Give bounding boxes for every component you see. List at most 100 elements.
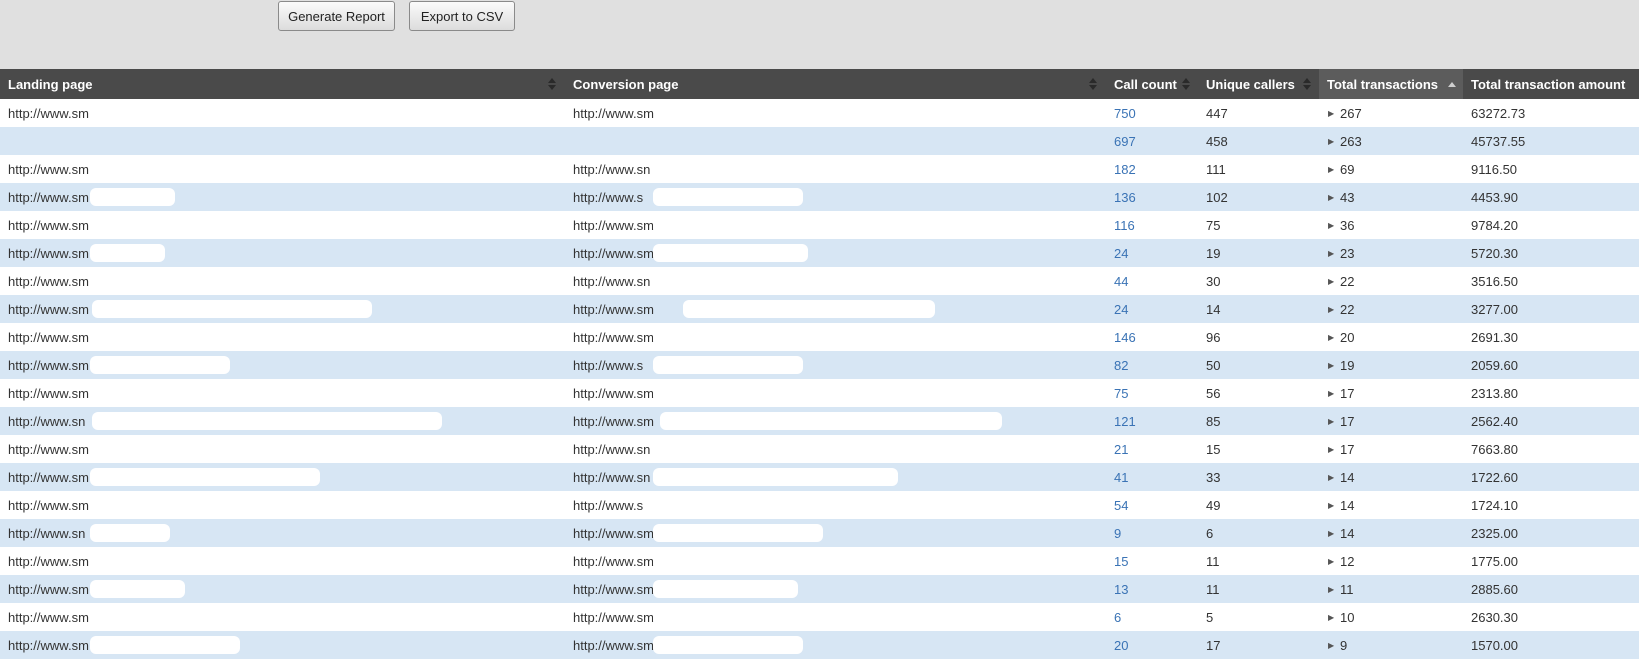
expand-triangle-icon[interactable]: ▶	[1328, 379, 1334, 407]
call-count-link[interactable]: 182	[1114, 155, 1136, 183]
sort-icon[interactable]	[1302, 69, 1312, 99]
unique-callers-cell: 49	[1206, 497, 1221, 513]
call-count-link[interactable]: 41	[1114, 463, 1128, 491]
redaction-mark	[653, 216, 803, 234]
call-count-link[interactable]: 121	[1114, 407, 1136, 435]
expand-triangle-icon[interactable]: ▶	[1328, 463, 1334, 491]
table-row[interactable]: http://www.sm http://www.sm 75 56 17 2313.80 ▶	[0, 379, 1639, 407]
expand-triangle-icon[interactable]: ▶	[1328, 407, 1334, 435]
generate-report-button[interactable]: Generate Report	[278, 1, 395, 31]
call-count-link[interactable]: 146	[1114, 323, 1136, 351]
expand-triangle-icon[interactable]: ▶	[1328, 183, 1334, 211]
column-header-conversion-page[interactable]: Conversion page	[565, 69, 1106, 99]
expand-triangle-icon[interactable]: ▶	[1328, 603, 1334, 631]
redaction-mark	[653, 608, 793, 626]
sort-icon[interactable]	[1088, 69, 1098, 99]
call-count-link[interactable]: 750	[1114, 99, 1136, 127]
redaction-mark	[653, 384, 813, 402]
conversion-page-cell: http://www.sn	[573, 469, 651, 485]
unique-callers-cell: 96	[1206, 329, 1221, 345]
table-row[interactable]: http://www.sm http://www.sm 750 447 267 63272…	[0, 99, 1639, 127]
unique-callers-cell: 447	[1206, 105, 1228, 121]
table-row[interactable]: http://www.sn http://www.sm 121 85 17 2562.40…	[0, 407, 1639, 435]
sort-icon[interactable]	[547, 69, 557, 99]
table-row[interactable]: http://www.sm http://www.sm 116 75 36 9784.20…	[0, 211, 1639, 239]
table-row[interactable]: 697 458 263 45737.55 ▶	[0, 127, 1639, 155]
expand-triangle-icon[interactable]: ▶	[1328, 547, 1334, 575]
total-transactions-cell: 17	[1340, 441, 1355, 457]
column-header-landing-page[interactable]: Landing page	[0, 69, 565, 99]
total-transactions-cell: 23	[1340, 245, 1355, 261]
expand-triangle-icon[interactable]: ▶	[1328, 211, 1334, 239]
column-header-total-transaction-amount[interactable]: Total transaction amount	[1463, 69, 1639, 99]
column-header-unique-callers[interactable]: Unique callers	[1198, 69, 1319, 99]
conversion-page-cell: http://www.s	[573, 189, 644, 205]
call-count-link[interactable]: 75	[1114, 379, 1128, 407]
table-row[interactable]: http://www.sm http://www.s 82 50 19 2059.60 ▶	[0, 351, 1639, 379]
table-row[interactable]: http://www.sm http://www.sn 44 30 22 3516.50 ▶	[0, 267, 1639, 295]
call-count-link[interactable]: 24	[1114, 295, 1128, 323]
call-count-link[interactable]: 116	[1114, 211, 1135, 239]
total-amount-cell: 2630.30	[1471, 609, 1518, 625]
expand-triangle-icon[interactable]: ▶	[1328, 575, 1334, 603]
table-row[interactable]: http://www.sm http://www.sn 21 15 17 7663.80 ▶	[0, 435, 1639, 463]
total-amount-cell: 2562.40	[1471, 413, 1518, 429]
landing-page-cell: http://www.sm	[8, 245, 89, 261]
expand-triangle-icon[interactable]: ▶	[1328, 435, 1334, 463]
call-count-link[interactable]: 15	[1114, 547, 1128, 575]
call-count-link[interactable]: 21	[1114, 435, 1128, 463]
table-row[interactable]: http://www.sm http://www.sm 20 17 9 1570.00 ▶	[0, 631, 1639, 659]
call-count-link[interactable]: 20	[1114, 631, 1128, 659]
conversion-page-cell: http://www.sn	[573, 441, 651, 457]
expand-triangle-icon[interactable]: ▶	[1328, 295, 1334, 323]
table-row[interactable]: http://www.sm http://www.s 136 102 43 4453.90…	[0, 183, 1639, 211]
expand-triangle-icon[interactable]: ▶	[1328, 519, 1334, 547]
unique-callers-cell: 14	[1206, 301, 1221, 317]
expand-triangle-icon[interactable]: ▶	[1328, 491, 1334, 519]
table-row[interactable]: http://www.sm http://www.s 54 49 14 1724.10 ▶	[0, 491, 1639, 519]
redaction-mark	[683, 300, 935, 318]
column-header-total-transactions[interactable]: Total transactions	[1319, 69, 1463, 99]
sort-icon[interactable]	[1181, 69, 1191, 99]
expand-triangle-icon[interactable]: ▶	[1328, 351, 1334, 379]
table-row[interactable]: http://www.sm http://www.sm 24 14 22 3277.00 ▶	[0, 295, 1639, 323]
table-row[interactable]: http://www.sm http://www.sm 13 11 11 2885.60 ▶	[0, 575, 1639, 603]
call-count-link[interactable]: 9	[1114, 519, 1121, 547]
call-count-link[interactable]: 82	[1114, 351, 1128, 379]
conversion-page-cell: http://www.sm	[573, 525, 654, 541]
call-count-link[interactable]: 44	[1114, 267, 1128, 295]
total-transactions-cell: 10	[1340, 609, 1355, 625]
call-count-link[interactable]: 6	[1114, 603, 1121, 631]
unique-callers-cell: 11	[1206, 581, 1220, 597]
table-row[interactable]: http://www.sm http://www.sn 41 33 14 1722.60 ▶	[0, 463, 1639, 491]
table-row[interactable]: http://www.sm http://www.sm 24 19 23 5720.30 ▶	[0, 239, 1639, 267]
expand-triangle-icon[interactable]: ▶	[1328, 323, 1334, 351]
redaction-mark	[90, 328, 230, 346]
expand-triangle-icon[interactable]: ▶	[1328, 267, 1334, 295]
redaction-mark	[90, 384, 165, 402]
conversion-page-cell: http://www.sn	[573, 161, 651, 177]
landing-page-cell: http://www.sm	[8, 469, 89, 485]
export-csv-button[interactable]: Export to CSV	[409, 1, 515, 31]
call-count-link[interactable]: 697	[1114, 127, 1136, 155]
expand-triangle-icon[interactable]: ▶	[1328, 631, 1334, 659]
call-count-link[interactable]: 13	[1114, 575, 1128, 603]
sort-ascending-icon[interactable]	[1447, 69, 1457, 99]
expand-triangle-icon[interactable]: ▶	[1328, 127, 1334, 155]
expand-triangle-icon[interactable]: ▶	[1328, 239, 1334, 267]
redaction-mark	[653, 272, 713, 290]
total-transactions-cell: 14	[1340, 497, 1355, 513]
redaction-mark	[650, 160, 750, 178]
call-count-link[interactable]: 54	[1114, 491, 1128, 519]
table-row[interactable]: http://www.sm http://www.sm 15 11 12 1775.00 ▶	[0, 547, 1639, 575]
call-count-link[interactable]: 136	[1114, 183, 1136, 211]
total-amount-cell: 1570.00	[1471, 637, 1518, 653]
redaction-mark	[653, 328, 803, 346]
call-count-link[interactable]: 24	[1114, 239, 1128, 267]
expand-triangle-icon[interactable]: ▶	[1328, 155, 1334, 183]
table-row[interactable]: http://www.sm http://www.sm 6 5 10 2630.30 ▶	[0, 603, 1639, 631]
table-row[interactable]: http://www.sm http://www.sn 182 111 69 9116.5…	[0, 155, 1639, 183]
table-row[interactable]: http://www.sn http://www.sm 9 6 14 2325.00 ▶	[0, 519, 1639, 547]
expand-triangle-icon[interactable]: ▶	[1328, 99, 1334, 127]
table-row[interactable]: http://www.sm http://www.sm 146 96 20 2691.30…	[0, 323, 1639, 351]
